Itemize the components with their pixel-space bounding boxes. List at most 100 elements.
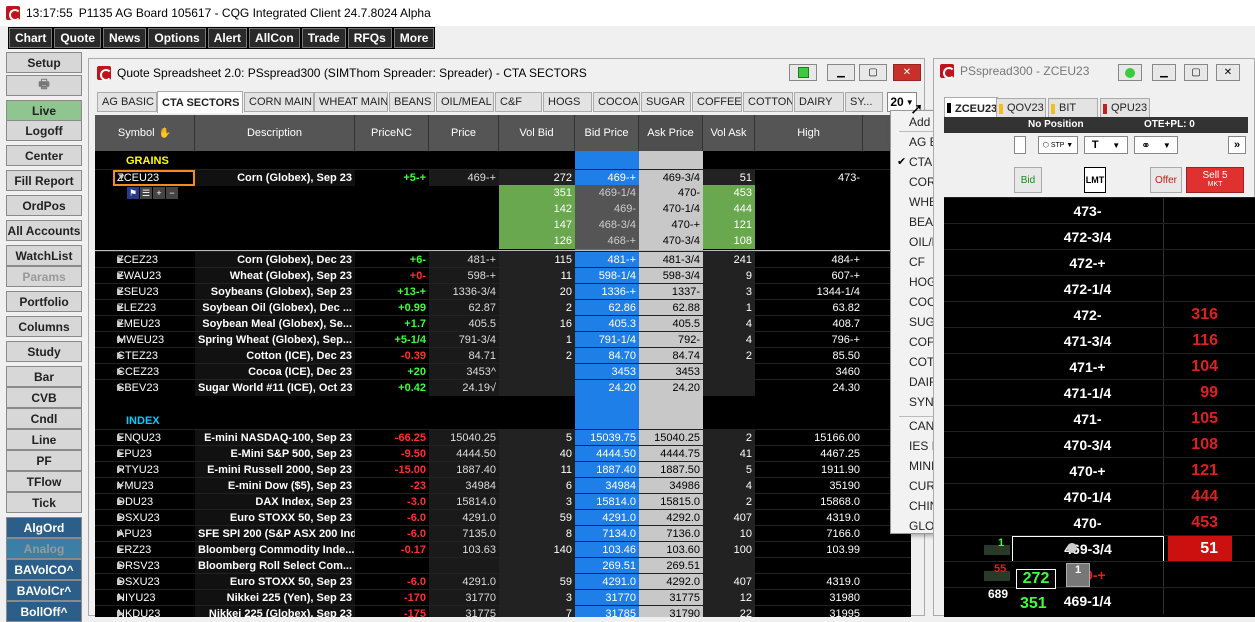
leftbar-tflow[interactable]: TFlow	[6, 471, 82, 492]
column-header-ask[interactable]: Ask Price	[639, 115, 703, 151]
tab-sy-[interactable]: SY...	[845, 92, 883, 112]
quote-row[interactable]: DSXU23 Euro STOXX 50, Sep 23 -6.0 4291.0 59 4…	[95, 509, 911, 526]
quote-row[interactable]: ZLEZ23 Soybean Oil (Globex), Dec ... +0.99…	[95, 299, 911, 316]
column-header-price[interactable]: Price	[429, 115, 499, 151]
leftbar-setup[interactable]: Setup	[6, 52, 82, 73]
status-indicator-icon[interactable]	[1118, 64, 1142, 81]
cell-symbol[interactable]: ENQU23	[95, 430, 195, 446]
ladder-row[interactable]: 472-+	[944, 249, 1255, 276]
cell-symbol[interactable]: DSXU23	[95, 510, 195, 526]
lmt-button[interactable]: LMT	[1084, 167, 1106, 193]
quote-row[interactable]: ZMEU23 Soybean Meal (Globex), Se... +1.7 40…	[95, 315, 911, 332]
cell-symbol[interactable]: ERZ23	[95, 542, 195, 558]
quote-row[interactable]: YMU23 E-mini Dow ($5), Sep 23 -23 34984 6 349…	[95, 477, 911, 494]
expand-triangle-icon[interactable]: ▶	[117, 480, 124, 491]
price-ladder[interactable]: 473- 472-3/4 472-+ 472-1/4 472- 316 471-3/4 116…	[944, 197, 1255, 617]
quote-row[interactable]: RTYU23 E-mini Russell 2000, Sep 23 -15.00 1…	[95, 461, 911, 478]
expand-triangle-icon[interactable]: ▶	[117, 286, 124, 297]
ladder-row[interactable]: 472-3/4	[944, 223, 1255, 250]
close-icon[interactable]: ✕	[1216, 64, 1240, 81]
cell-symbol[interactable]: DRSV23	[95, 558, 195, 574]
tab-cocoa[interactable]: COCOA	[593, 92, 640, 112]
expand-triangle-icon[interactable]: ▶	[117, 334, 124, 345]
column-header-symbol[interactable]: Symbol ✋	[95, 115, 195, 151]
expand-triangle-icon[interactable]: ▶	[117, 512, 124, 523]
cell-symbol[interactable]: ZSEU23	[95, 284, 195, 300]
leftbar-pf[interactable]: PF	[6, 450, 82, 471]
quote-row[interactable]: ZSEU23 Soybeans (Globex), Sep 23 +13-+ 1336…	[95, 283, 911, 300]
leftbar-logoff[interactable]: Logoff	[6, 120, 82, 141]
menu-chart[interactable]: Chart	[9, 28, 53, 48]
quote-row[interactable]: ERZ23 Bloomberg Commodity Inde... -0.17 103…	[95, 541, 911, 558]
quote-row[interactable]: CTEZ23 Cotton (ICE), Dec 23 -0.39 84.71 2 84.…	[95, 347, 911, 364]
dom-tab-qpu23[interactable]: QPU23	[1100, 98, 1150, 118]
expand-triangle-icon[interactable]: ▶	[117, 464, 124, 475]
expand-triangle-icon[interactable]: ▶	[117, 528, 124, 539]
leftbar-ordpos[interactable]: OrdPos	[6, 195, 82, 216]
leftbar-live[interactable]: Live	[6, 100, 82, 121]
quote-row[interactable]: SBEV23 Sugar World #11 (ICE), Oct 23 +0.42…	[95, 379, 911, 396]
quote-row[interactable]: DRSV23 Bloomberg Roll Select Com... 269.51…	[95, 557, 911, 574]
expand-triangle-icon[interactable]: ▶	[117, 576, 124, 587]
cell-symbol[interactable]: RTYU23	[95, 462, 195, 478]
column-header-description[interactable]: Description	[195, 115, 355, 151]
leftbar-algord[interactable]: AlgOrd	[6, 517, 82, 538]
cell-symbol[interactable]: MWEU23	[95, 332, 195, 348]
cell-symbol[interactable]: NKDU23	[95, 606, 195, 617]
expand-triangle-icon[interactable]: ▶	[117, 560, 124, 571]
cell-symbol[interactable]: ZLEZ23	[95, 300, 195, 316]
quote-row[interactable]: EPU23 E-Mini S&P 500, Sep 23 -9.50 4444.50 4…	[95, 445, 911, 462]
expand-triangle-icon[interactable]: ▶	[117, 448, 124, 459]
expand-triangle-icon[interactable]: ▶	[117, 302, 124, 313]
maximize-icon[interactable]: ▢	[859, 64, 887, 81]
menu-trade[interactable]: Trade	[301, 28, 346, 48]
expand-triangle-icon[interactable]: ▶	[117, 366, 124, 377]
minimize-icon[interactable]: ▁	[827, 64, 855, 81]
quote-row[interactable]: ENQU23 E-mini NASDAQ-100, Sep 23 -66.25 150…	[95, 429, 911, 446]
status-indicator-icon[interactable]	[789, 64, 817, 81]
cell-symbol[interactable]: NIYU23	[95, 590, 195, 606]
order-type-selector[interactable]	[1014, 136, 1026, 154]
tab-sugar[interactable]: SUGAR	[641, 92, 691, 112]
leftbar-portfolio[interactable]: Portfolio	[6, 291, 82, 312]
minimize-icon[interactable]: ▁	[1152, 64, 1176, 81]
time-in-force-selector[interactable]: T ▼	[1084, 136, 1128, 154]
menu-quote[interactable]: Quote	[54, 28, 102, 48]
leftbar-line[interactable]: Line	[6, 429, 82, 450]
column-header-volbid[interactable]: Vol Bid	[499, 115, 575, 151]
quote-row[interactable]: DSXU23 Euro STOXX 50, Sep 23 -6.0 4291.0 59 4…	[95, 573, 911, 590]
cell-symbol[interactable]: ZWAU23	[95, 268, 195, 284]
tab-c-f[interactable]: C&F	[495, 92, 542, 112]
quote-row[interactable]: APU23 SFE SPI 200 (S&P ASX 200 Ind... -6.0…	[95, 525, 911, 542]
tab-dairy[interactable]: DAIRY	[794, 92, 844, 112]
ladder-row[interactable]: 471- 105	[944, 405, 1255, 432]
order-quantity-badge[interactable]: 1	[1066, 563, 1090, 587]
quote-row[interactable]: ZWAU23 Wheat (Globex), Sep 23 +0- 598-+ 11 59…	[95, 267, 911, 284]
quote-row[interactable]: NKDU23 Nikkei 225 (Globex), Sep 23 -175 317…	[95, 605, 911, 617]
expand-right-icon[interactable]: »	[1228, 136, 1246, 154]
tab-cotton[interactable]: COTTON	[743, 92, 793, 112]
leftbar-bavolcr[interactable]: BAVolCr^	[6, 580, 82, 601]
ladder-row[interactable]: 471-1/4 99	[944, 379, 1255, 406]
dom-tab-zceu23[interactable]: ZCEU23	[944, 97, 998, 119]
cell-symbol[interactable]: YMU23	[95, 478, 195, 494]
expand-triangle-icon[interactable]: ▶	[117, 496, 124, 507]
cell-symbol[interactable]: EPU23	[95, 446, 195, 462]
leftbar-params[interactable]: Params	[6, 266, 82, 287]
leftbar-cvb[interactable]: CVB	[6, 387, 82, 408]
quote-row[interactable]: NIYU23 Nikkei 225 (Yen), Sep 23 -170 31770 3…	[95, 589, 911, 606]
tab-oil-meal[interactable]: OIL/MEAL	[436, 92, 494, 112]
tab-coffee[interactable]: COFFEE	[692, 92, 742, 112]
column-header-bid[interactable]: Bid Price	[575, 115, 639, 151]
ladder-row[interactable]: 472- 316	[944, 301, 1255, 328]
leftbar-bavolco[interactable]: BAVolCO^	[6, 559, 82, 580]
tab-cta-sectors[interactable]: CTA SECTORS	[157, 91, 243, 113]
tab-hogs[interactable]: HOGS	[543, 92, 592, 112]
leftbar-watchlist[interactable]: WatchList	[6, 245, 82, 266]
dropdown-item-cf[interactable]: CF	[909, 255, 925, 269]
expand-triangle-icon[interactable]: ▶	[117, 382, 124, 393]
ladder-row[interactable]: 470-3/4 108	[944, 431, 1255, 458]
menu-rfqs[interactable]: RFQs	[347, 28, 392, 48]
leftbar-bolloff[interactable]: BollOff^	[6, 601, 82, 622]
ladder-row[interactable]: 472-1/4	[944, 275, 1255, 302]
